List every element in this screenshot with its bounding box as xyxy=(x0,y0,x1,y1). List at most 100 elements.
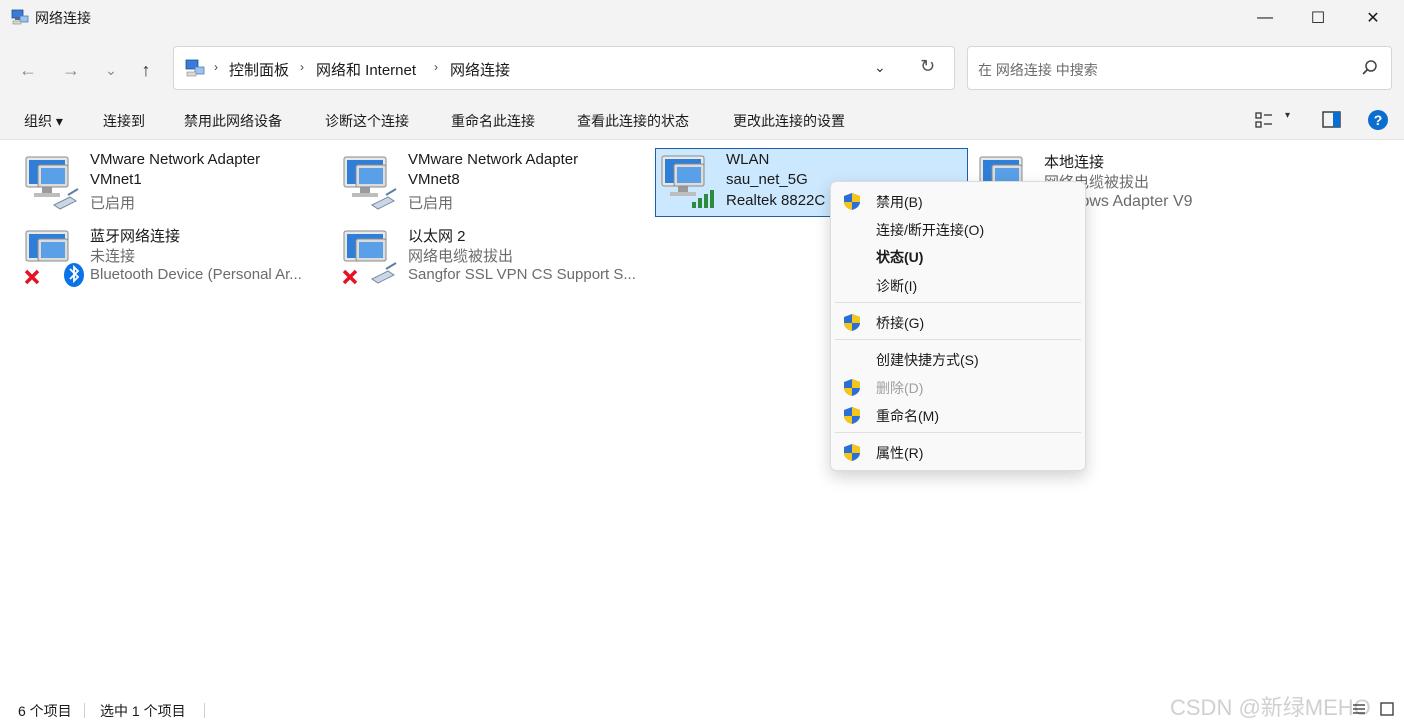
breadcrumb-control-panel[interactable]: 控制面板 xyxy=(229,59,289,80)
organize-menu-button[interactable]: 组织 ▾ xyxy=(24,111,63,131)
menu-item-label: 禁用(B) xyxy=(876,194,923,210)
navigation-bar: ← → ⌄ ↑ › 控制面板 › 网络和 Internet › 网络连接 ⌄ ↻… xyxy=(0,36,1404,100)
maximize-button[interactable]: ☐ xyxy=(1295,0,1341,36)
menu-item-rename[interactable]: 重命名(M) xyxy=(831,401,1085,429)
close-button[interactable]: ✕ xyxy=(1350,0,1396,36)
help-icon[interactable]: ? xyxy=(1368,110,1388,130)
connection-network: VMnet1 xyxy=(90,171,142,188)
disable-device-button[interactable]: 禁用此网络设备 xyxy=(184,111,282,131)
control-panel-icon xyxy=(185,59,205,77)
menu-item-label: 桥接(G) xyxy=(876,315,925,331)
diagnose-connection-button[interactable]: 诊断这个连接 xyxy=(325,111,409,131)
status-separator xyxy=(84,703,85,718)
breadcrumb-separator-icon: › xyxy=(300,60,304,74)
connection-status: 未连接 xyxy=(90,248,136,265)
view-options-icon[interactable] xyxy=(1255,111,1273,129)
context-menu: 禁用(B) 连接/断开连接(O) 状态(U) 诊断(I) 桥接(G) 创建快捷方… xyxy=(830,181,1086,471)
item-count: 6 个项目 xyxy=(18,703,72,719)
menu-separator xyxy=(835,302,1081,303)
forward-button[interactable]: → xyxy=(59,58,83,82)
large-icons-view-icon[interactable] xyxy=(1380,702,1394,716)
address-history-chevron-icon[interactable]: ⌄ xyxy=(874,59,886,76)
minimize-icon: — xyxy=(1257,9,1273,26)
connection-item-vmnet1[interactable]: VMware Network Adapter VMnet1 已启用 xyxy=(18,149,332,219)
details-view-icon[interactable] xyxy=(1352,702,1366,716)
menu-item-label: 重命名(M) xyxy=(876,408,939,424)
connect-to-button[interactable]: 连接到 xyxy=(103,111,145,131)
command-bar: 组织 ▾ 连接到 禁用此网络设备 诊断这个连接 重命名此连接 查看此连接的状态 … xyxy=(0,100,1404,140)
menu-separator xyxy=(835,339,1081,340)
connection-name: VMware Network Adapter xyxy=(408,151,579,168)
uac-shield-icon xyxy=(844,444,860,461)
minimize-button[interactable]: — xyxy=(1242,0,1288,36)
change-settings-button[interactable]: 更改此连接的设置 xyxy=(733,111,845,131)
connection-name: 本地连接 xyxy=(1044,154,1105,171)
menu-item-label: 状态(U) xyxy=(876,249,924,265)
search-input[interactable]: 在 网络连接 中搜索 xyxy=(978,60,1098,80)
connection-name: VMware Network Adapter xyxy=(90,151,261,168)
search-box[interactable]: 在 网络连接 中搜索 xyxy=(967,46,1392,90)
close-icon: ✕ xyxy=(1366,10,1380,27)
selected-count: 选中 1 个项目 xyxy=(100,703,186,719)
network-cable-icon xyxy=(342,230,397,285)
menu-item-disable[interactable]: 禁用(B) xyxy=(831,187,1085,215)
bluetooth-icon xyxy=(24,230,84,287)
up-arrow-icon: ↑ xyxy=(141,59,151,80)
network-cable-icon xyxy=(343,156,397,210)
connection-item-bluetooth[interactable]: 蓝牙网络连接 未连接 Bluetooth Device (Personal Ar… xyxy=(18,223,332,293)
menu-item-create-shortcut[interactable]: 创建快捷方式(S) xyxy=(831,345,1085,373)
menu-item-connect-disconnect[interactable]: 连接/断开连接(O) xyxy=(831,215,1085,243)
menu-item-label: 创建快捷方式(S) xyxy=(876,352,979,368)
up-button[interactable]: ↑ xyxy=(134,58,158,82)
uac-shield-icon xyxy=(844,407,860,424)
back-button[interactable]: ← xyxy=(16,58,40,82)
uac-shield-icon xyxy=(844,193,860,210)
back-arrow-icon: ← xyxy=(19,59,37,80)
window-title: 网络连接 xyxy=(35,10,91,26)
menu-separator xyxy=(835,432,1081,433)
refresh-icon[interactable]: ↻ xyxy=(920,56,935,77)
uac-shield-icon xyxy=(844,379,860,396)
menu-item-label: 连接/断开连接(O) xyxy=(876,222,985,238)
connection-device: Sangfor SSL VPN CS Support S... xyxy=(408,266,636,283)
address-bar[interactable]: › 控制面板 › 网络和 Internet › 网络连接 ⌄ ↻ xyxy=(173,46,955,90)
menu-item-properties[interactable]: 属性(R) xyxy=(831,438,1085,466)
menu-item-label: 删除(D) xyxy=(876,380,924,396)
connection-name: 以太网 2 xyxy=(408,228,466,245)
menu-item-diagnose[interactable]: 诊断(I) xyxy=(831,271,1085,299)
connection-status: 已启用 xyxy=(408,195,454,212)
menu-item-status[interactable]: 状态(U) xyxy=(831,242,1085,270)
connection-network: VMnet8 xyxy=(408,171,460,188)
wifi-signal-icon xyxy=(661,155,714,208)
menu-item-label: 属性(R) xyxy=(876,445,924,461)
connections-list: VMware Network Adapter VMnet1 已启用 VMware… xyxy=(0,141,1404,694)
connection-status: 网络电缆被拔出 xyxy=(408,248,514,265)
connection-item-vmnet8[interactable]: VMware Network Adapter VMnet8 已启用 xyxy=(336,149,650,219)
view-status-button[interactable]: 查看此连接的状态 xyxy=(577,111,689,131)
title-bar: 网络连接 — ☐ ✕ xyxy=(0,0,1404,36)
recent-locations-button[interactable]: ⌄ xyxy=(99,58,123,82)
breadcrumb-separator-icon: › xyxy=(214,60,218,74)
connection-item-ethernet2[interactable]: 以太网 2 网络电缆被拔出 Sangfor SSL VPN CS Support… xyxy=(336,223,650,293)
uac-shield-icon xyxy=(844,314,860,331)
breadcrumb-network-connections[interactable]: 网络连接 xyxy=(450,59,510,80)
network-cable-icon xyxy=(25,156,79,210)
status-separator xyxy=(204,703,205,718)
menu-item-delete: 删除(D) xyxy=(831,373,1085,401)
search-icon[interactable] xyxy=(1361,59,1379,77)
connection-name: 蓝牙网络连接 xyxy=(90,228,181,245)
connection-status: 已启用 xyxy=(90,195,136,212)
menu-item-bridge[interactable]: 桥接(G) xyxy=(831,308,1085,336)
forward-arrow-icon: → xyxy=(62,59,80,80)
menu-item-label: 诊断(I) xyxy=(876,278,918,294)
preview-pane-icon[interactable] xyxy=(1322,111,1341,128)
network-connections-app-icon xyxy=(11,9,29,25)
maximize-icon: ☐ xyxy=(1310,10,1326,27)
connection-name: WLAN xyxy=(726,151,770,168)
watermark: CSDN @新绿MEHO xyxy=(1170,695,1371,720)
breadcrumb-network-internet[interactable]: 网络和 Internet xyxy=(316,59,416,80)
view-dropdown-icon[interactable]: ▾ xyxy=(1285,110,1290,121)
breadcrumb-separator-icon: › xyxy=(434,60,438,74)
connection-device: Bluetooth Device (Personal Ar... xyxy=(90,266,302,283)
rename-connection-button[interactable]: 重命名此连接 xyxy=(451,111,535,131)
